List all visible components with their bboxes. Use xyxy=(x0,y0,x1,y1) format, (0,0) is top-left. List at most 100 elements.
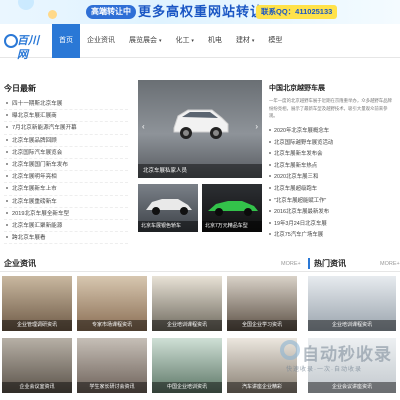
list-item[interactable]: 北京车展明年亮相 xyxy=(4,171,128,184)
site-header: 百川网 首页 企业资讯 展览展会 ▾ 化工 ▾ 机电 建材 ▾ 模型 xyxy=(0,24,400,61)
list-item[interactable]: 2020北京车展三和 xyxy=(269,172,397,184)
bullet-icon xyxy=(6,223,8,226)
bubble-decoration xyxy=(48,10,57,19)
more-link[interactable]: MORE+ xyxy=(380,261,400,267)
list-item[interactable]: 四十一期斯北京车展 xyxy=(4,98,128,111)
list-item[interactable]: 北京车展超级跑车 xyxy=(269,184,397,196)
nav-label: 化工 xyxy=(175,37,190,44)
list-item[interactable]: 北京75汽车广场车展 xyxy=(269,230,397,242)
nav-item-exhibitions[interactable]: 展览展会 ▾ xyxy=(122,24,168,58)
chevron-down-icon: ▾ xyxy=(158,38,162,44)
logo-icon xyxy=(4,34,18,48)
thumb-caption: 北京7万元精品车型 xyxy=(202,221,262,232)
bullet-icon xyxy=(269,175,271,178)
banner-contact[interactable]: 联系QQ：411025133 xyxy=(256,5,338,19)
featured-link[interactable]: 北京国际越野车展览活动 xyxy=(274,140,333,146)
news-card[interactable]: 全国企业学习资讯 xyxy=(227,276,297,331)
slider-caption: 北京车展私家人员 xyxy=(138,164,262,178)
news-card[interactable]: 企业管理调研资讯 xyxy=(2,276,72,331)
chevron-down-icon: ▾ xyxy=(251,38,255,44)
news-link[interactable]: 北京车展明年亮相 xyxy=(12,174,57,180)
news-card[interactable]: 专家市场课程资讯 xyxy=(77,276,147,331)
nav-item-home[interactable]: 首页 xyxy=(52,24,80,58)
list-item[interactable]: 曝北京车展汇展商 xyxy=(4,110,128,123)
list-item[interactable]: 北京车展新车热点 xyxy=(269,161,397,173)
bullet-icon xyxy=(269,163,271,166)
news-link[interactable]: 7月北京新能源汽车展开幕 xyxy=(12,125,77,131)
thumb-card[interactable]: 北京7万元精品车型 xyxy=(202,184,262,232)
news-link[interactable]: 跨北京车展看 xyxy=(12,235,46,241)
featured-link[interactable]: 2020年北京车展概念车 xyxy=(274,128,329,134)
news-link[interactable]: 北京车展重磅新车 xyxy=(12,199,57,205)
list-item[interactable]: 19年3月24日北京车展 xyxy=(269,219,397,231)
featured-title[interactable]: 中国北京越野车展 xyxy=(269,83,325,93)
nav-label: 机电 xyxy=(207,37,222,44)
list-item[interactable]: 2016北京车展最新发布 xyxy=(269,207,397,219)
list-item[interactable]: 2019北京车展全新车型 xyxy=(4,208,128,220)
featured-link[interactable]: 2020北京车展三和 xyxy=(274,174,318,180)
list-item[interactable]: 跨北京车展看 xyxy=(4,232,128,245)
news-card[interactable]: 企业会议室资讯 xyxy=(2,338,72,393)
list-item[interactable]: 北京车展品牌回顾 xyxy=(4,135,128,147)
list-item[interactable]: 北京车展新车发布会 xyxy=(269,149,397,161)
thumb-caption: 北京车展银色轿车 xyxy=(138,221,198,232)
nav-item-building[interactable]: 建材 ▾ xyxy=(229,24,261,58)
featured-link[interactable]: 19年3月24日北京车展 xyxy=(274,221,327,227)
list-item[interactable]: 北京国际越野车展览活动 xyxy=(269,138,397,150)
site-logo[interactable]: 百川网 xyxy=(4,32,44,61)
bullet-icon xyxy=(6,236,8,239)
card-caption: 全国企业学习资讯 xyxy=(227,320,297,331)
list-item[interactable]: 北京车展新车上市 xyxy=(4,183,128,196)
card-caption: 企业培训课程资讯 xyxy=(152,320,222,331)
list-item[interactable]: 北京车展重磅新车 xyxy=(4,196,128,208)
logo-text: 百川网 xyxy=(17,35,39,61)
thumb-card[interactable]: 北京车展银色轿车 xyxy=(138,184,198,232)
bullet-icon xyxy=(269,233,271,236)
list-item[interactable]: 2020年北京车展概念车 xyxy=(269,126,397,138)
news-link[interactable]: 北京车展新车上市 xyxy=(12,186,57,192)
news-link[interactable]: 北京国际汽车展览会 xyxy=(12,150,62,156)
bullet-icon xyxy=(269,221,271,224)
suv-image xyxy=(173,109,229,139)
nav-label: 建材 xyxy=(235,37,250,44)
more-link[interactable]: MORE+ xyxy=(281,261,301,267)
card-caption: 专家市场课程资讯 xyxy=(77,320,147,331)
featured-link[interactable]: 2016北京车展最新发布 xyxy=(274,209,329,215)
slider-next-icon[interactable]: › xyxy=(255,122,258,131)
bullet-icon xyxy=(269,210,271,213)
news-link[interactable]: 2019北京车展全新车型 xyxy=(12,211,69,217)
featured-link[interactable]: 北京车展超级跑车 xyxy=(274,186,317,192)
top-banner-ad[interactable]: 高端转让中 更多高权重网站转让 联系QQ：411025133 xyxy=(0,0,400,24)
bullet-icon xyxy=(6,175,8,178)
hot-news-card[interactable]: 企业培训课程资讯 xyxy=(308,276,396,331)
list-item[interactable]: "北京车展超能赋工作" xyxy=(269,196,397,208)
watermark-subtitle: 快速收录·一次·自动收录 xyxy=(286,367,362,373)
nav-item-news[interactable]: 企业资讯 xyxy=(80,24,122,58)
news-card[interactable]: 企业培训课程资讯 xyxy=(152,276,222,331)
main-nav: 首页 企业资讯 展览展会 ▾ 化工 ▾ 机电 建材 ▾ 模型 xyxy=(52,24,289,58)
slider-prev-icon[interactable]: ‹ xyxy=(142,122,145,131)
nav-item-electromechanical[interactable]: 机电 xyxy=(201,24,229,58)
featured-link[interactable]: 北京75汽车广场车展 xyxy=(274,232,323,238)
image-slider[interactable]: ‹ › 北京车展私家人员 xyxy=(138,80,262,178)
list-item[interactable]: 北京车展国门新车发布 xyxy=(4,159,128,172)
featured-link[interactable]: "北京车展超能赋工作" xyxy=(274,198,326,204)
nav-item-chemical[interactable]: 化工 ▾ xyxy=(168,24,200,58)
list-item[interactable]: 7月北京新能源汽车展开幕 xyxy=(4,122,128,135)
banner-pill: 高端转让中 xyxy=(86,5,136,19)
bullet-icon xyxy=(269,187,271,190)
news-link[interactable]: 北京车展国门新车发布 xyxy=(12,162,68,168)
news-card[interactable]: 中国企业培训资讯 xyxy=(152,338,222,393)
featured-link[interactable]: 北京车展新车发布会 xyxy=(274,151,323,157)
news-link[interactable]: 北京车展品牌回顾 xyxy=(12,138,57,144)
featured-link[interactable]: 北京车展新车热点 xyxy=(274,163,317,169)
hot-news-title: 热门资讯 xyxy=(308,258,346,269)
list-item[interactable]: 北京车展汇聚新能源 xyxy=(4,220,128,233)
news-card[interactable]: 学生家长研讨会资讯 xyxy=(77,338,147,393)
news-link[interactable]: 曝北京车展汇展商 xyxy=(12,113,57,119)
news-link[interactable]: 四十一期斯北京车展 xyxy=(12,101,62,107)
nav-item-models[interactable]: 模型 xyxy=(261,24,289,58)
news-link[interactable]: 北京车展汇聚新能源 xyxy=(12,223,62,229)
watermark: 自动秒收录 快速收录·一次·自动收录 xyxy=(276,340,400,400)
list-item[interactable]: 北京国际汽车展览会 xyxy=(4,147,128,159)
